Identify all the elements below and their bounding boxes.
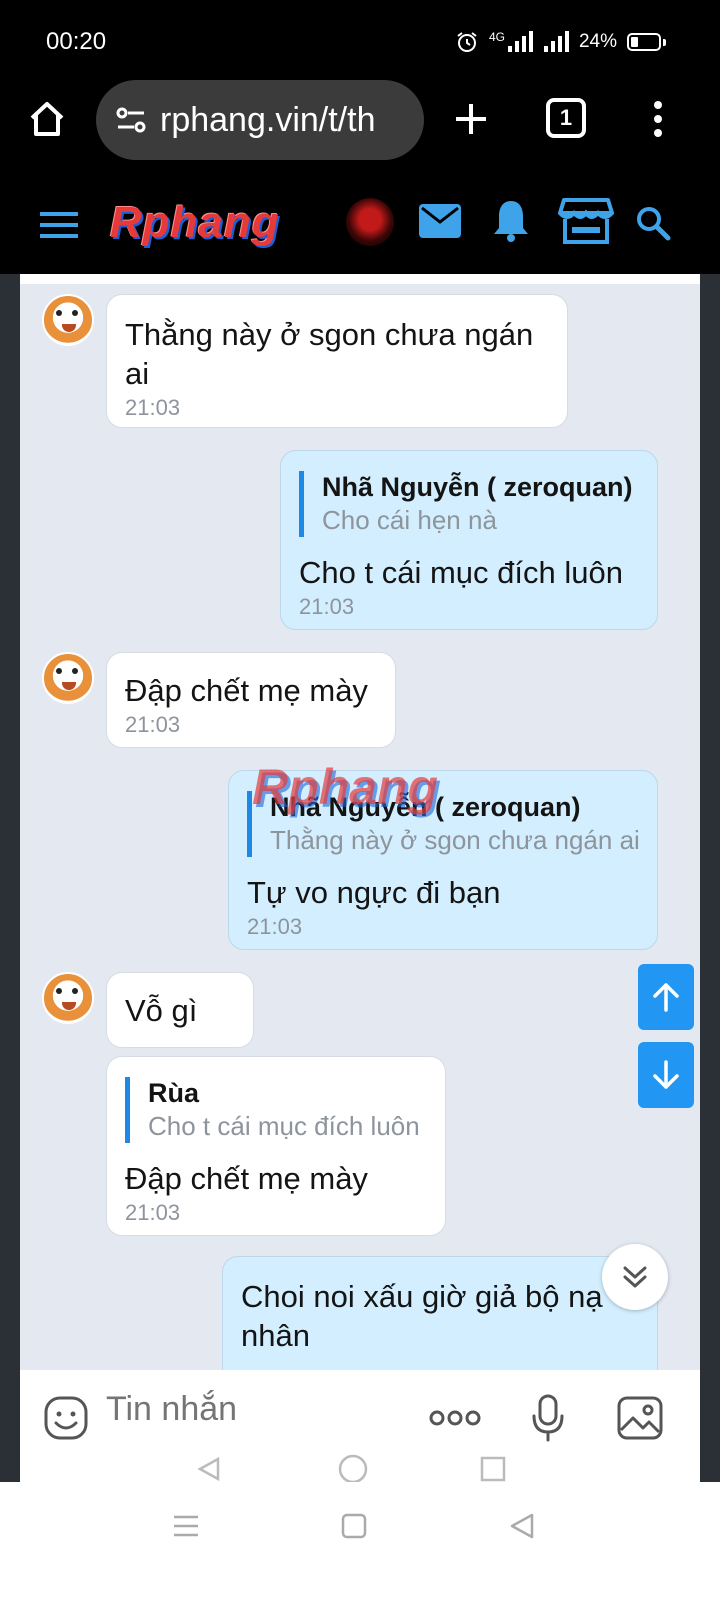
message-text: Tự vo ngực đi bạn (247, 875, 501, 910)
message-text: Thằng này ở sgon chưa ngán ai (125, 317, 534, 391)
system-home-button[interactable] (336, 1508, 372, 1544)
cell-signal-2-icon (543, 31, 569, 52)
message-text: Vỗ gì (125, 993, 198, 1028)
arrow-up-icon (653, 983, 679, 1012)
battery-tip (663, 38, 666, 46)
network-type-label: 4G (488, 30, 505, 44)
alarm-icon (457, 32, 477, 52)
hamburger-icon (40, 212, 78, 238)
message-bubble-outgoing[interactable]: Nhã Nguyễn ( zeroquan) Cho cái hẹn nà Ch… (280, 450, 658, 630)
home-button[interactable] (26, 98, 68, 140)
emoji-button[interactable] (42, 1394, 90, 1442)
back-ghost-icon (197, 1456, 220, 1482)
search-button[interactable] (632, 202, 674, 244)
battery-icon (627, 33, 661, 51)
message-time: 21:03 (247, 914, 303, 939)
browser-menu-button[interactable] (646, 98, 670, 140)
more-horiz-icon (429, 1410, 481, 1426)
message-bubble-incoming[interactable]: Rùa Cho t cái mục đích luôn Đập chết mẹ … (106, 1056, 446, 1236)
back-triangle-icon (510, 1513, 534, 1539)
microphone-icon (532, 1394, 564, 1442)
mail-icon (419, 204, 461, 238)
message-input[interactable] (106, 1390, 406, 1429)
status-icons: 4G 24% (455, 30, 666, 54)
site-header: Rphang (0, 182, 720, 274)
partial-message-clip: Choi noi xấu giờ giả bộ nạ nhân (20, 1256, 700, 1370)
quote-author: Rùa (148, 1078, 200, 1108)
scroll-up-button[interactable] (638, 964, 694, 1030)
more-options-button[interactable] (428, 1404, 482, 1432)
bell-icon (494, 201, 528, 242)
message-bubble-incoming[interactable]: Vỗ gì (106, 972, 254, 1048)
cell-signal-icon (507, 31, 533, 52)
scroll-down-button[interactable] (638, 1042, 694, 1108)
reply-quote[interactable]: Nhã Nguyễn ( zeroquan) Thằng này ở sgon … (247, 791, 640, 857)
tab-count: 1 (559, 105, 573, 130)
jump-to-latest-button[interactable] (602, 1244, 668, 1310)
status-bar: 00:20 4G 24% (0, 0, 720, 80)
system-back-button[interactable] (504, 1508, 540, 1544)
chat-top-edge (20, 274, 700, 284)
alerts-button[interactable] (490, 196, 532, 244)
image-icon (617, 1396, 663, 1440)
message-time: 21:03 (299, 594, 355, 619)
reply-quote[interactable]: Nhã Nguyễn ( zeroquan) Cho cái hẹn nà (299, 471, 639, 537)
message-time: 21:03 (125, 712, 181, 737)
site-settings-icon (116, 107, 146, 133)
inbox-button[interactable] (416, 200, 464, 242)
store-icon (558, 198, 614, 244)
message-text: Đập chết mẹ mày (125, 1161, 368, 1196)
home-icon (30, 102, 64, 136)
search-icon (637, 207, 671, 241)
address-bar[interactable]: rphang.vin/t/th (96, 80, 424, 160)
menu-lines-icon (174, 1515, 198, 1537)
reply-quote[interactable]: Rùa Cho t cái mục đích luôn (125, 1077, 427, 1143)
plus-icon (456, 104, 486, 134)
message-text: Đập chết mẹ mày (125, 673, 368, 708)
home-square-icon (341, 1513, 367, 1539)
tab-switcher-button[interactable]: 1 (546, 98, 586, 138)
new-tab-button[interactable] (450, 98, 492, 140)
message-bubble-outgoing[interactable]: Choi noi xấu giờ giả bộ nạ nhân (222, 1256, 658, 1370)
sender-avatar[interactable] (42, 972, 94, 1024)
quote-text: Thằng này ở sgon chưa ngán ai (270, 825, 640, 855)
message-bubble-incoming[interactable]: Đập chết mẹ mày 21:03 (106, 652, 396, 748)
battery-percent: 24% (578, 31, 617, 52)
user-avatar[interactable] (346, 198, 394, 246)
hamburger-menu-button[interactable] (40, 206, 78, 244)
sender-avatar[interactable] (42, 294, 94, 346)
emoji-icon (44, 1396, 88, 1440)
double-chevron-down-icon (623, 1266, 647, 1288)
message-time: 21:03 (125, 395, 181, 420)
site-logo[interactable]: Rphang (110, 198, 280, 248)
message-text: Cho t cái mục đích luôn (299, 555, 623, 590)
recents-ghost-icon (480, 1456, 506, 1482)
recent-apps-button[interactable] (168, 1508, 204, 1544)
message-bubble-incoming[interactable]: Thằng này ở sgon chưa ngán ai 21:03 (106, 294, 568, 428)
voice-record-button[interactable] (528, 1392, 568, 1444)
home-ghost-icon (338, 1454, 368, 1484)
marketplace-button[interactable] (558, 196, 614, 246)
quote-author: Nhã Nguyễn ( zeroquan) (270, 792, 581, 822)
url-text: rphang.vin/t/th (160, 100, 376, 139)
arrow-down-icon (653, 1060, 679, 1089)
system-navigation-bar (0, 1482, 720, 1600)
message-time: 21:03 (125, 1200, 181, 1225)
status-time: 00:20 (46, 28, 107, 55)
quote-text: Cho t cái mục đích luôn (148, 1111, 420, 1141)
more-vert-icon (654, 101, 662, 137)
browser-toolbar: rphang.vin/t/th 1 (0, 80, 720, 180)
ghost-navigation-bar (20, 1452, 700, 1484)
attach-image-button[interactable] (616, 1394, 664, 1442)
quote-text: Cho cái hẹn nà (322, 505, 497, 535)
message-text: Choi noi xấu giờ giả bộ nạ nhân (241, 1279, 603, 1353)
sender-avatar[interactable] (42, 652, 94, 704)
message-bubble-outgoing[interactable]: Nhã Nguyễn ( zeroquan) Thằng này ở sgon … (228, 770, 658, 950)
quote-author: Nhã Nguyễn ( zeroquan) (322, 472, 633, 502)
